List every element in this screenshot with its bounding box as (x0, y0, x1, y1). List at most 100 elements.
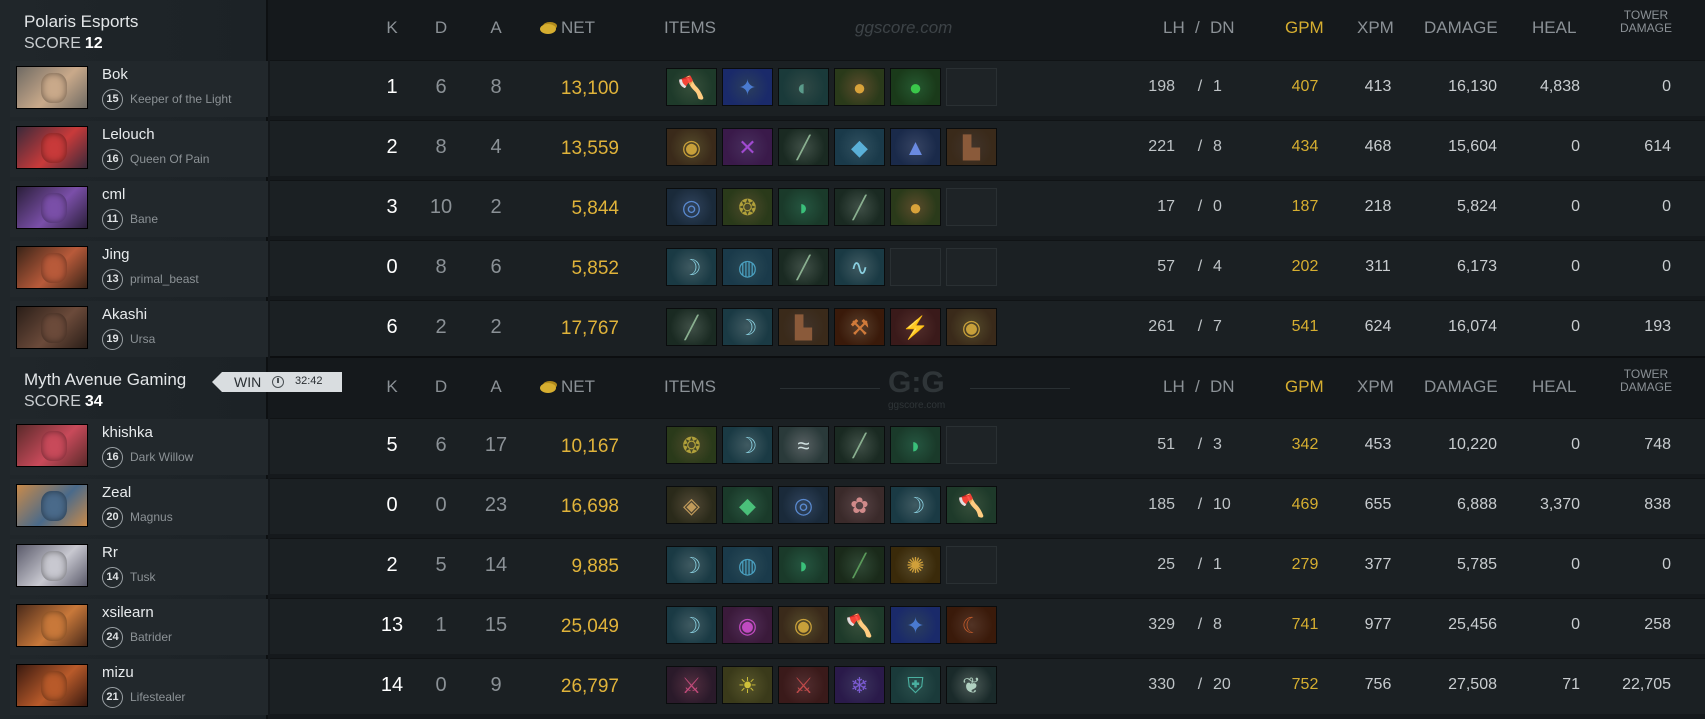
aghanims-scepter-icon[interactable]: ✦ (890, 606, 941, 644)
team-name: Myth Avenue Gaming (24, 370, 187, 389)
col-net[interactable]: NET (540, 18, 595, 38)
table-row[interactable]: 2 8 4 13,559 ◉ ✕ ╱ ◆ ▲ ▙ 221 / 8 434 468 15,604 0 614 (270, 120, 1705, 176)
eye-of-skadi-icon[interactable]: ❄ (834, 666, 885, 704)
wraith-band-icon[interactable]: ◉ (946, 308, 997, 346)
table-row[interactable]: 5 6 17 10,167 ❂ ☽ ≈ ╱ ◗ 51 / 3 342 453 10,220 0 748 (270, 418, 1705, 474)
phase-boots-icon[interactable]: ◗ (778, 188, 829, 226)
table-row[interactable]: 1 6 8 13,100 🪓 ✦ ◐ ● ● 198 / 1 407 413 16,130 4,838 0 (270, 60, 1705, 116)
battle-fury-icon[interactable]: 🪓 (834, 606, 885, 644)
mana-potion-icon[interactable]: ▲ (890, 128, 941, 166)
col-k[interactable]: K (382, 18, 402, 38)
butterfly-icon[interactable]: ❦ (946, 666, 997, 704)
orb-icon[interactable]: ◍ (722, 546, 773, 584)
table-row[interactable]: 13 1 15 25,049 ☽ ◉ ◉ 🪓 ✦ ☾ 329 / 8 741 977 25,456 0 258 (270, 598, 1705, 654)
radiance-icon[interactable]: ☀ (722, 666, 773, 704)
staff-icon[interactable]: ╱ (834, 188, 885, 226)
boots-glyph: ▙ (795, 315, 812, 340)
col-net[interactable]: NET (540, 377, 595, 397)
col-damage[interactable]: DAMAGE (1424, 377, 1498, 397)
battle-fury-icon[interactable]: 🪓 (946, 486, 997, 524)
staff-icon[interactable]: ╱ (666, 308, 717, 346)
player-card[interactable]: Zeal 20 Magnus (10, 479, 268, 535)
quelling-blade-icon[interactable]: ☽ (666, 248, 717, 286)
urn-icon[interactable]: ❂ (722, 188, 773, 226)
orb-of-corrosion-icon[interactable]: ◉ (722, 606, 773, 644)
branch-icon[interactable]: ╱ (834, 546, 885, 584)
table-row[interactable]: 0 0 23 16,698 ◈ ◆ ◎ ✿ ☽ 🪓 185 / 10 469 655 6,888 3,370 83… (270, 478, 1705, 534)
orb-icon[interactable]: ◍ (722, 248, 773, 286)
col-dn[interactable]: DN (1210, 377, 1235, 397)
col-gpm[interactable]: GPM (1285, 377, 1324, 397)
col-a[interactable]: A (486, 377, 506, 397)
col-heal[interactable]: HEAL (1532, 377, 1576, 397)
quelling-blade-icon[interactable]: ☽ (666, 546, 717, 584)
col-tower-damage[interactable]: TOWER DAMAGE (1616, 368, 1676, 394)
col-k[interactable]: K (382, 377, 402, 397)
player-card[interactable]: Bok 15 Keeper of the Light (10, 61, 268, 117)
shivas-guard-icon[interactable]: ◆ (722, 486, 773, 524)
player-card[interactable]: khishka 16 Dark Willow (10, 419, 268, 475)
maelstrom-icon[interactable]: ⚡ (890, 308, 941, 346)
table-row[interactable]: 6 2 2 17,767 ╱ ☽ ▙ ⚒ ⚡ ◉ 261 / 7 541 624 16,074 0 193 (270, 300, 1705, 356)
player-card[interactable]: Rr 14 Tusk (10, 539, 268, 595)
battle-fury-icon[interactable]: 🪓 (666, 68, 717, 106)
quelling-blade-icon[interactable]: ☽ (666, 606, 717, 644)
col-xpm[interactable]: XPM (1357, 377, 1394, 397)
refresher-orb-icon[interactable]: ✿ (834, 486, 885, 524)
table-row[interactable]: 14 0 9 26,797 ⚔ ☀ ⚔ ❄ ⛨ ❦ 330 / 20 752 756 27,508 71 22,7… (270, 658, 1705, 714)
mystic-staff-icon[interactable]: ╱ (778, 128, 829, 166)
wraith-band-icon[interactable]: ◉ (778, 606, 829, 644)
col-d[interactable]: D (431, 377, 451, 397)
assault-cuirass-icon[interactable]: ⛨ (890, 666, 941, 704)
player-card[interactable]: xsilearn 24 Batrider (10, 599, 268, 655)
staff-icon[interactable]: ╱ (778, 248, 829, 286)
arcane-boots-icon[interactable]: ◎ (778, 486, 829, 524)
quelling-blade-icon[interactable]: ☽ (722, 426, 773, 464)
urn-icon[interactable]: ❂ (666, 426, 717, 464)
eul-scepter-icon[interactable]: ≈ (778, 426, 829, 464)
quelling-blade-icon[interactable]: ☽ (890, 486, 941, 524)
wind-lace-icon[interactable]: ∿ (834, 248, 885, 286)
table-row[interactable]: 3 10 2 5,844 ◎ ❂ ◗ ╱ ● 17 / 0 187 218 5,824 0 0 (270, 180, 1705, 236)
col-lh[interactable]: LH (1163, 18, 1185, 38)
staff-icon[interactable]: ╱ (834, 426, 885, 464)
boots-icon[interactable]: ▙ (946, 128, 997, 166)
boots-icon[interactable]: ▙ (778, 308, 829, 346)
healing-salve-icon[interactable]: ● (890, 68, 941, 106)
col-damage[interactable]: DAMAGE (1424, 18, 1498, 38)
fairy-fire-icon[interactable]: ✺ (890, 546, 941, 584)
player-card[interactable]: Jing 13 primal_beast (10, 241, 268, 297)
desolator-icon[interactable]: ⚔ (778, 666, 829, 704)
sange-yasha-icon[interactable]: ⚔ (666, 666, 717, 704)
col-a[interactable]: A (486, 18, 506, 38)
black-king-bar-icon[interactable]: ⚒ (834, 308, 885, 346)
blink-dagger-icon[interactable]: ◈ (666, 486, 717, 524)
wraith-band-icon[interactable]: ◉ (666, 128, 717, 166)
phase-boots-icon[interactable]: ◗ (778, 546, 829, 584)
hero-portrait (16, 604, 88, 647)
arcane-boots-icon[interactable]: ◎ (666, 188, 717, 226)
mango-icon[interactable]: ● (890, 188, 941, 226)
quelling-blade-icon[interactable]: ☽ (722, 308, 773, 346)
col-gpm[interactable]: GPM (1285, 18, 1324, 38)
col-xpm[interactable]: XPM (1357, 18, 1394, 38)
stat-tower-damage: 0 (1662, 78, 1671, 95)
player-card[interactable]: mizu 21 Lifestealer (10, 659, 268, 715)
col-d[interactable]: D (431, 18, 451, 38)
phase-boots-icon[interactable]: ◗ (890, 426, 941, 464)
tranquil-boots-icon[interactable]: ◐ (778, 68, 829, 106)
witch-blade-icon[interactable]: ✕ (722, 128, 773, 166)
table-row[interactable]: 0 8 6 5,852 ☽ ◍ ╱ ∿ 57 / 4 202 311 6,173 0 0 (270, 240, 1705, 296)
col-dn[interactable]: DN (1210, 18, 1235, 38)
bottle-icon[interactable]: ◆ (834, 128, 885, 166)
aghanims-scepter-icon[interactable]: ✦ (722, 68, 773, 106)
col-tower-damage[interactable]: TOWER DAMAGE (1616, 9, 1676, 35)
col-heal[interactable]: HEAL (1532, 18, 1576, 38)
player-card[interactable]: Lelouch 16 Queen Of Pain (10, 121, 268, 177)
table-row[interactable]: 2 5 14 9,885 ☽ ◍ ◗ ╱ ✺ 25/1 279 377 5,785 0 0 (270, 538, 1705, 594)
player-card[interactable]: cml 11 Bane (10, 181, 268, 237)
mango-icon[interactable]: ● (834, 68, 885, 106)
player-card[interactable]: Akashi 19 Ursa (10, 301, 268, 357)
satanic-icon[interactable]: ☾ (946, 606, 997, 644)
col-lh[interactable]: LH (1163, 377, 1185, 397)
